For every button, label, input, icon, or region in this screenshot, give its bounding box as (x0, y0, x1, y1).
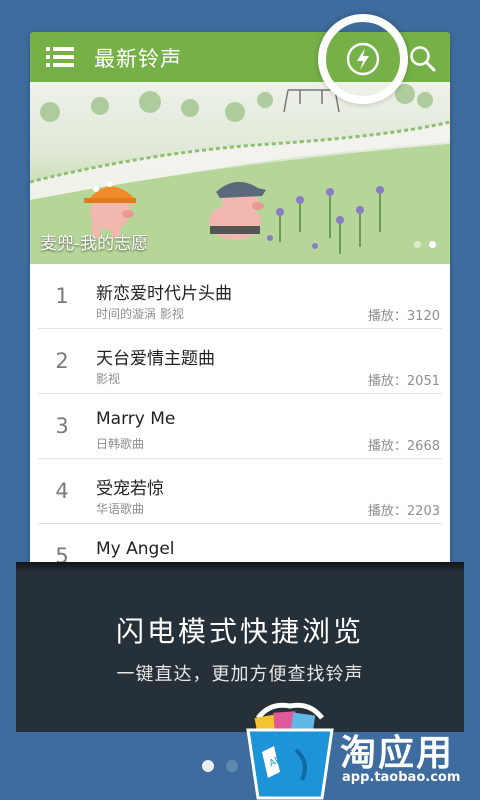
rank-number: 3 (55, 414, 69, 438)
lightning-icon[interactable] (344, 40, 382, 78)
ringtone-list: 1 新恋爱时代片头曲 时间的漩涡 影视 播放：3120 2 天台爱情主题曲 影视… (30, 264, 450, 568)
song-title: 天台爱情主题曲 (96, 349, 215, 369)
page-indicator (202, 760, 238, 772)
list-menu-icon[interactable] (46, 46, 74, 68)
panel-shadow-edge (16, 562, 464, 572)
play-count: 播放：3120 (367, 309, 440, 324)
shopping-bag-icon: APP (246, 702, 334, 800)
search-icon[interactable] (408, 44, 436, 72)
rank-number: 1 (55, 284, 69, 308)
song-title: 新恋爱时代片头曲 (96, 284, 232, 304)
song-title: 受宠若惊 (96, 479, 164, 499)
featured-banner[interactable]: 麦兜-我的志愿 (30, 82, 450, 264)
banner-page-indicator (414, 241, 436, 248)
brand-url: app.taobao.com (342, 770, 461, 785)
page-title: 最新铃声 (94, 47, 182, 71)
list-item[interactable]: 1 新恋爱时代片头曲 时间的漩涡 影视 播放：3120 (38, 264, 442, 329)
list-item[interactable]: 3 Marry Me 日韩歌曲 播放：2668 (38, 394, 442, 459)
rank-number: 4 (55, 479, 69, 503)
app-screen-card: 最新铃声 麦兜-我的志愿 1 新恋爱时代片头曲 时间的漩涡 影视 播放：3120… (30, 32, 450, 568)
banner-dot-active (429, 241, 436, 248)
song-subtitle: 华语歌曲 (96, 502, 145, 516)
play-count: 播放：2668 (367, 439, 440, 454)
brand-logo-text: 淘应用 (340, 733, 455, 774)
banner-caption: 麦兜-我的志愿 (40, 234, 149, 254)
song-title: Marry Me (96, 409, 176, 429)
banner-dot (414, 241, 421, 248)
play-count: 播放：2203 (367, 504, 440, 519)
list-item[interactable]: 2 天台爱情主题曲 影视 播放：2051 (38, 329, 442, 394)
song-subtitle: 影视 (96, 372, 121, 386)
list-item[interactable]: 4 受宠若惊 华语歌曲 播放：2203 (38, 459, 442, 524)
rank-number: 2 (55, 349, 69, 373)
song-title: My Angel (96, 539, 175, 559)
page-dot-active (202, 760, 214, 772)
play-count: 播放：2051 (367, 374, 440, 389)
song-subtitle: 时间的漩涡 影视 (96, 307, 184, 321)
song-subtitle: 日韩歌曲 (96, 437, 145, 451)
feature-subtitle: 一键直达，更加方便查找铃声 (116, 664, 364, 685)
feature-title: 闪电模式快捷浏览 (115, 615, 364, 648)
page-dot (226, 760, 238, 772)
